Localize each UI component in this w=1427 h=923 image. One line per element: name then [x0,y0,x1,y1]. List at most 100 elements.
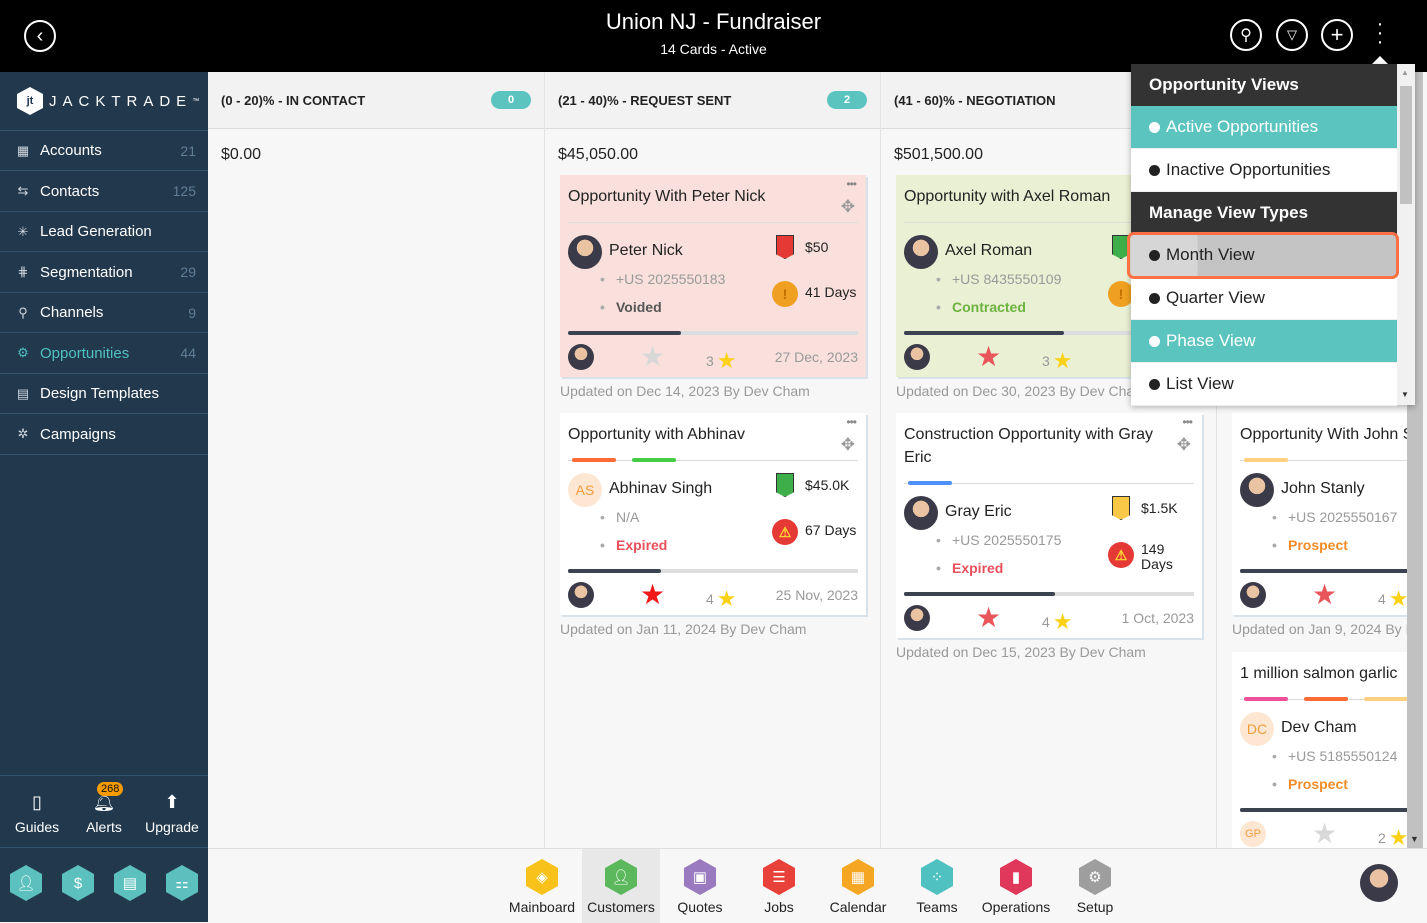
sidebar-divider [0,775,208,776]
opportunity-card[interactable]: Construction Opportunity with Gray Eric •… [896,413,1202,638]
brand-name: JACKTRADE [49,92,193,110]
guides-label: Guides [14,819,60,835]
priority-star-icon[interactable]: ★ [640,340,665,373]
sidebar-item-contacts[interactable]: ⇆ Contacts 125 [0,172,208,212]
owner-avatar [568,344,594,370]
scroll-down-icon[interactable]: ▼ [1401,390,1409,399]
column-count-badge: 2 [827,91,867,109]
rating-star-icon: ★ [716,586,737,611]
owner-avatar [904,605,930,631]
column-amount: $45,050.00 [558,146,639,163]
opportunity-status: Contracted [936,299,1026,315]
nav-teams[interactable]: ⁘ Teams [898,849,976,923]
nav-customers[interactable]: 👤︎ Customers [582,849,660,923]
drag-handle-icon[interactable]: ✥ [841,197,855,217]
priority-star-icon[interactable]: ★ [1312,817,1337,848]
contact-name[interactable]: Abhinav Singh [609,480,712,498]
contact-name[interactable]: Dev Cham [1281,719,1357,737]
updated-info: Updated on Jan 9, 2024 By D [1232,621,1407,637]
more-options-icon[interactable]: ••• [1182,415,1193,429]
nav-jobs[interactable]: ☰ Jobs [740,849,818,923]
contact-name[interactable]: Peter Nick [609,242,683,260]
sidebar-item-design-templates[interactable]: ▤ Design Templates [0,374,208,414]
logo-icon: jt [17,87,43,115]
opportunity-card[interactable]: Opportunity with Abhinav ••• ✥ AS Abhinav Si… [560,413,866,615]
opportunity-card[interactable]: Opportunity With Peter Nick ••• ✥ Peter Nic… [560,175,866,377]
alerts-button[interactable]: 🔔︎ Alerts 268 [79,782,129,835]
contact-name[interactable]: John Stanly [1281,480,1365,498]
dropdown-item-active-opportunities[interactable]: Active Opportunities [1131,106,1397,149]
dropdown-item-quarter-view[interactable]: Quarter View [1131,277,1397,320]
card-title[interactable]: Opportunity With John S [1240,413,1407,460]
search-icon[interactable]: ⚲ [1230,19,1262,51]
dollar-icon[interactable]: $ [62,865,94,901]
scroll-down-icon[interactable]: ▼ [1410,834,1419,844]
more-vertical-icon[interactable]: · · · [1374,14,1386,52]
nav-quotes[interactable]: ▣ Quotes [661,849,739,923]
nav-label: Calendar [829,899,887,915]
drag-handle-icon[interactable]: ✥ [841,435,855,455]
quick-actions: 👤︎ $ ▤ ⚏ [10,865,198,901]
card-clip: 1 million salmon garlic•••✥DCDev Cham+US… [1232,652,1407,848]
upgrade-button[interactable]: ⬆ Upgrade [144,792,200,835]
dropdown-item-label: Inactive Opportunities [1166,160,1331,179]
dropdown-item-label: Quarter View [1166,288,1265,307]
dropdown-item-inactive-opportunities[interactable]: Inactive Opportunities [1131,149,1397,192]
opportunity-card[interactable]: Opportunity With John S•••✥John Stanly+U… [1232,413,1407,615]
priority-star-icon[interactable]: ★ [976,340,1001,373]
scroll-thumb[interactable] [1400,86,1412,204]
guides-button[interactable]: ▯ Guides [12,792,62,835]
warning-icon: ⚠ [1108,542,1134,568]
more-options-icon[interactable]: ••• [846,177,857,191]
sidebar-item-accounts[interactable]: ▦ Accounts 21 [0,131,208,171]
add-contact-icon[interactable]: 👤︎ [10,865,42,901]
add-icon[interactable]: + [1321,19,1353,51]
contact-name[interactable]: Gray Eric [945,503,1012,521]
rating-value: 2 [1378,830,1386,846]
nav-operations[interactable]: ▮ Operations [977,849,1055,923]
sidebar-item-count: 125 [172,183,196,199]
sidebar-item-count: 9 [188,304,196,321]
nav-mainboard[interactable]: ◈ Mainboard [503,849,581,923]
dropdown-scrollbar[interactable]: ▲ ▼ [1397,64,1415,405]
user-avatar[interactable] [1360,864,1398,902]
contacts-icon: ⇆ [17,183,29,198]
building-icon: ▦ [16,142,30,158]
nav-label: Customers [587,899,655,915]
sidebar-item-opportunities[interactable]: ⚙ Opportunities 44 [0,334,208,374]
dropdown-item-phase-view[interactable]: Phase View [1131,320,1397,363]
scroll-up-icon[interactable]: ▲ [1401,68,1409,77]
priority-star-icon[interactable]: ★ [976,601,1001,634]
sidebar-item-label: Channels [40,304,104,321]
nav-setup[interactable]: ⚙ Setup [1056,849,1134,923]
priority-star-icon[interactable]: ★ [1312,578,1337,611]
dropdown-item-list-view[interactable]: List View [1131,363,1397,406]
opportunity-status: Prospect [1272,537,1348,553]
sidebar-item-campaigns[interactable]: ✲ Campaigns [0,415,208,455]
quote-icon[interactable]: ▤ [114,865,146,901]
contact-name[interactable]: Axel Roman [945,242,1032,260]
card-title[interactable]: Construction Opportunity with Gray Eric [904,413,1194,483]
drag-handle-icon[interactable]: ✥ [1177,435,1191,455]
brand-logo: jt JACKTRADE ™ [17,87,199,115]
filter-icon[interactable]: ▽ [1276,19,1308,51]
top-header: ‹ Union NJ - Fundraiser 14 Cards - Activ… [0,0,1427,72]
trademark: ™ [192,97,200,105]
owner-avatar [568,582,594,608]
card-body: John Stanly +US 2025550167 Prospect [1240,461,1407,571]
rating-value: 4 [1042,614,1050,630]
sidebar-item-label: Campaigns [40,425,116,443]
more-options-icon[interactable]: ••• [846,415,857,429]
sidebar-item-channels[interactable]: ⚲ Channels 9 [0,293,208,333]
nav-calendar[interactable]: ▦ Calendar [819,849,897,923]
rating: 4 ★ [706,586,737,612]
priority-star-icon[interactable]: ★ [640,578,665,611]
card-title[interactable]: 1 million salmon garlic [1240,652,1407,699]
opportunity-status: Expired [600,537,667,553]
sidebar-item-segmentation[interactable]: ⋕ Segmentation 29 [0,253,208,293]
card-title[interactable]: Opportunity With Peter Nick [568,175,858,222]
sidebar-item-lead-generation[interactable]: ✳ Lead Generation [0,212,208,252]
card-title[interactable]: Opportunity with Abhinav [568,413,858,460]
workflow-icon[interactable]: ⚏ [166,865,198,901]
opportunity-card[interactable]: 1 million salmon garlic•••✥DCDev Cham+US… [1232,652,1407,848]
